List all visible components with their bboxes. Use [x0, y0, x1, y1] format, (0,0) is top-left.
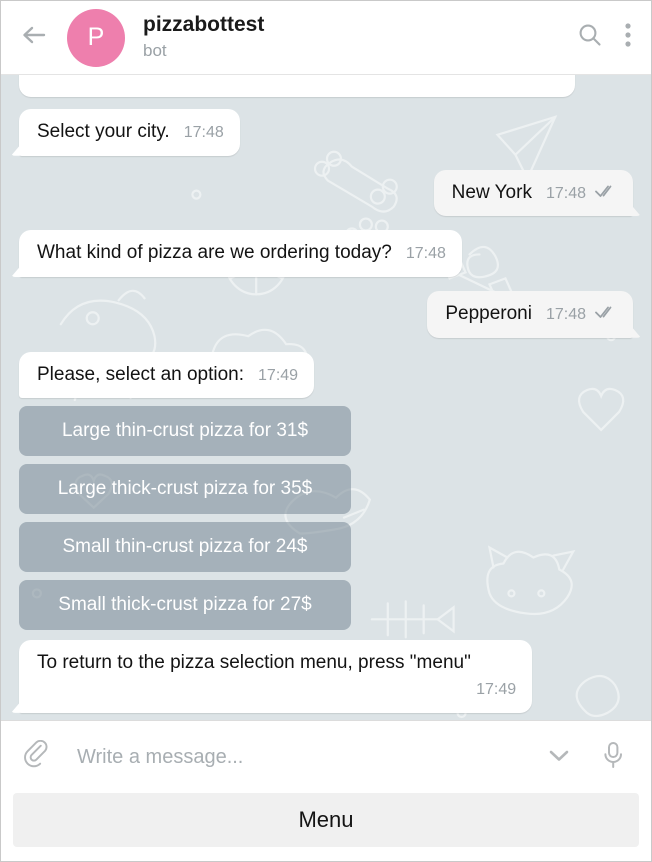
message-meta: 17:49 — [37, 680, 516, 701]
message-time: 17:48 — [519, 75, 559, 77]
more-options-button[interactable] — [625, 22, 631, 53]
message-text: Please, select an option: — [37, 363, 245, 385]
search-button[interactable] — [577, 22, 603, 53]
keyboard-button-small-thin[interactable]: Small thin-crust pizza for 24$ — [19, 522, 351, 573]
message-row: Select your city. 17:48 — [19, 109, 633, 156]
message-bubble-incoming[interactable]: pizza. 17:48 — [19, 75, 575, 97]
header-actions — [577, 22, 635, 53]
message-input[interactable] — [71, 745, 525, 769]
message-bubble-incoming[interactable]: To return to the pizza selection menu, p… — [19, 640, 533, 713]
message-bubble-outgoing[interactable]: New York 17:48 — [433, 169, 633, 217]
chevron-down-icon — [545, 745, 573, 770]
message-meta: 17:48 — [546, 184, 617, 205]
messages-container: pizza. 17:48 Select your city. 17:48 — [1, 75, 651, 713]
chat-header: P pizzabottest bot — [1, 1, 651, 75]
more-vertical-icon — [625, 22, 631, 53]
chat-subtitle: bot — [143, 40, 167, 60]
message-meta: 17:49 — [258, 366, 298, 387]
message-text: New York — [451, 181, 532, 203]
message-bubble-outgoing[interactable]: Pepperoni 17:48 — [427, 291, 633, 338]
message-row: Pepperoni 17:48 — [19, 291, 633, 338]
search-icon — [577, 22, 603, 53]
avatar[interactable]: P — [67, 8, 125, 67]
message-row: What kind of pizza are we ordering today… — [19, 230, 633, 278]
message-row: pizza. 17:48 — [19, 75, 633, 97]
keyboard-button-small-thick[interactable]: Small thick-crust pizza for 27$ — [19, 580, 351, 631]
message-row: Please, select an option: 17:49 — [19, 351, 633, 399]
inline-keyboard: Large thin-crust pizza for 31$ Large thi… — [19, 406, 351, 631]
message-bubble-incoming[interactable]: Select your city. 17:48 — [19, 109, 240, 156]
read-receipt-icon — [595, 184, 617, 205]
telegram-chat-window: P pizzabottest bot Select your city. 17:… — [0, 0, 652, 862]
message-meta: 17:48 — [184, 123, 224, 144]
message-time: 17:48 — [545, 306, 586, 324]
avatar-letter: P — [87, 23, 105, 51]
message-time: 17:49 — [476, 681, 517, 699]
paperclip-icon — [22, 739, 52, 775]
composer-row — [1, 721, 651, 793]
message-meta: 17:48 — [519, 75, 559, 77]
message-time: 17:49 — [258, 366, 299, 384]
message-row: To return to the pizza selection menu, p… — [19, 640, 633, 713]
message-time: 17:48 — [405, 245, 446, 263]
message-meta: 17:48 — [546, 305, 617, 326]
message-text: pizza. — [37, 75, 87, 78]
message-time: 17:48 — [183, 124, 224, 141]
microphone-icon — [601, 740, 625, 775]
back-button[interactable] — [15, 18, 55, 58]
message-time: 17:48 — [545, 184, 586, 202]
keyboard-button-large-thin[interactable]: Large thin-crust pizza for 31$ — [19, 406, 351, 457]
back-arrow-icon — [21, 23, 49, 52]
message-meta: 17:48 — [406, 244, 446, 265]
voice-record-button[interactable] — [593, 737, 633, 777]
message-bubble-incoming[interactable]: What kind of pizza are we ordering today… — [19, 230, 462, 278]
message-list[interactable]: pizza. 17:48 Select your city. 17:48 — [1, 75, 651, 720]
menu-button[interactable]: Menu — [13, 793, 639, 847]
message-text: Select your city. — [37, 121, 170, 142]
message-text: What kind of pizza are we ordering today… — [37, 242, 392, 264]
chat-title-block[interactable]: pizzabottest bot — [143, 13, 577, 62]
message-text: Pepperoni — [445, 303, 532, 325]
composer: Menu — [1, 720, 651, 861]
expand-toggle-button[interactable] — [539, 737, 579, 777]
keyboard-button-large-thick[interactable]: Large thick-crust pizza for 35$ — [19, 464, 351, 515]
page-title: pizzabottest — [143, 13, 265, 37]
attach-button[interactable] — [17, 737, 57, 777]
message-text: To return to the pizza selection menu, p… — [37, 652, 471, 674]
read-receipt-icon — [595, 305, 617, 326]
message-row: New York 17:48 — [19, 169, 633, 217]
message-bubble-incoming[interactable]: Please, select an option: 17:49 — [19, 351, 315, 399]
